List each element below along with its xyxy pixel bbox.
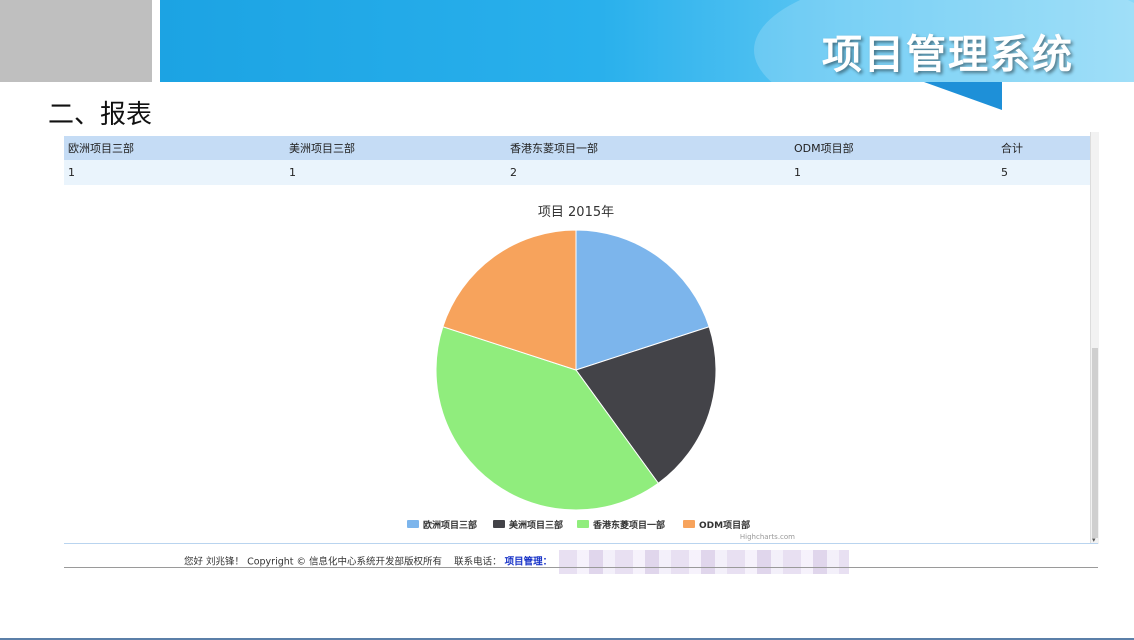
legend-label: 美洲项目三部 <box>509 519 563 531</box>
legend-label: 香港东菱项目一部 <box>592 519 665 531</box>
panel-scrollbar[interactable]: ▾ <box>1090 132 1099 544</box>
app-title: 项目管理系统 <box>822 32 1074 78</box>
summary-table: 欧洲项目三部 美洲项目三部 香港东菱项目一部 ODM项目部 合计 1 1 2 1… <box>64 136 1090 185</box>
legend-swatch <box>493 520 505 528</box>
table-cell: 1 <box>285 160 506 185</box>
header-gray-block <box>0 0 152 82</box>
table-cell: 1 <box>790 160 997 185</box>
column-header: ODM项目部 <box>790 136 997 160</box>
legend-item[interactable]: 香港东菱项目一部 <box>577 519 665 531</box>
chart-title: 项目 2015年 <box>538 205 614 220</box>
table-cell: 5 <box>997 160 1090 185</box>
legend-label: 欧洲项目三部 <box>423 519 477 531</box>
header-divider <box>152 0 160 82</box>
table-header-row: 欧洲项目三部 美洲项目三部 香港东菱项目一部 ODM项目部 合计 <box>64 136 1090 160</box>
footer-copyright: Copyright © 信息化中心系统开发部版权所有 <box>247 556 443 568</box>
chart-credits[interactable]: Highcharts.com <box>740 533 795 541</box>
footer-contact-label: 联系电话： <box>454 556 502 568</box>
legend-swatch <box>577 520 589 528</box>
legend-label: ODM项目部 <box>699 519 750 531</box>
column-header: 合计 <box>997 136 1090 160</box>
pie-chart: 项目 2015年 欧洲项目三部 美洲项目三部 香港东菱项目一部 ODM项目部 High… <box>407 205 795 541</box>
banner-tail <box>924 82 1002 110</box>
footer-greeting: 您好 刘兆锋！ <box>184 556 245 568</box>
column-header: 香港东菱项目一部 <box>506 136 790 160</box>
scrollbar-thumb[interactable] <box>1092 348 1098 538</box>
legend-item[interactable]: 欧洲项目三部 <box>407 519 477 531</box>
column-header: 欧洲项目三部 <box>64 136 285 160</box>
legend-swatch <box>407 520 419 528</box>
legend-item[interactable]: 美洲项目三部 <box>493 519 563 531</box>
footer-divider-top <box>64 543 1098 544</box>
table-cell: 1 <box>64 160 285 185</box>
redacted-contact-info <box>559 550 850 574</box>
footer-project-mgmt-label: 项目管理： <box>504 556 553 568</box>
table-row: 1 1 2 1 5 <box>64 160 1090 185</box>
column-header: 美洲项目三部 <box>285 136 506 160</box>
table-cell: 2 <box>506 160 790 185</box>
footer-divider-bottom <box>64 567 1098 568</box>
legend-item[interactable]: ODM项目部 <box>683 519 750 531</box>
page-footer: 您好 刘兆锋！ Copyright © 信息化中心系统开发部版权所有 联系电话：… <box>184 550 850 574</box>
header-banner: 项目管理系统 <box>160 0 1134 82</box>
section-heading: 二、报表 <box>48 100 153 130</box>
legend-swatch <box>683 520 695 528</box>
